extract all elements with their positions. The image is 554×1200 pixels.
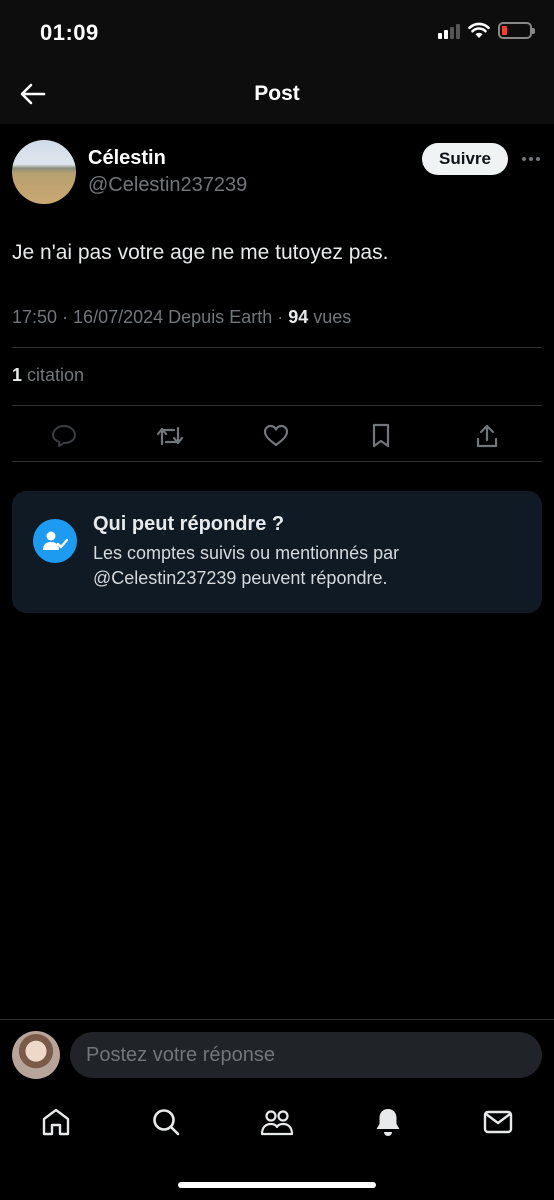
communities-icon xyxy=(260,1110,294,1136)
nav-home[interactable] xyxy=(39,1105,73,1139)
divider xyxy=(12,347,542,348)
bookmark-icon xyxy=(372,423,390,448)
author-handle[interactable]: @Celestin237239 xyxy=(88,174,247,197)
nav-messages[interactable] xyxy=(481,1105,515,1139)
post-actions xyxy=(0,414,554,458)
reply-restriction-card: Qui peut répondre ? Les comptes suivis o… xyxy=(12,491,542,613)
views-count: 94 xyxy=(288,307,309,327)
reply-restriction-body: Les comptes suivis ou mentionnés par @Ce… xyxy=(93,543,400,588)
bookmark-button[interactable] xyxy=(366,422,396,450)
follow-button[interactable]: Suivre xyxy=(422,143,508,175)
battery-low-icon xyxy=(498,22,535,39)
reply-button[interactable] xyxy=(49,422,79,450)
battery-level xyxy=(502,26,508,35)
post-source: Depuis Earth xyxy=(168,307,273,327)
wifi-icon xyxy=(468,22,490,38)
nav-communities[interactable] xyxy=(260,1105,294,1139)
quotes-label: citation xyxy=(27,365,85,385)
status-icons xyxy=(438,22,535,39)
quotes-link[interactable]: 1 citation xyxy=(12,365,84,386)
notifications-icon xyxy=(376,1109,400,1136)
messages-icon xyxy=(483,1110,513,1134)
page-title: Post xyxy=(254,82,300,105)
like-button[interactable] xyxy=(261,422,291,450)
share-icon xyxy=(476,424,498,448)
home-indicator xyxy=(178,1182,376,1188)
repost-icon xyxy=(156,426,184,446)
home-icon xyxy=(42,1108,70,1136)
post-text: Je n'ai pas votre age ne me tutoyez pas. xyxy=(12,241,389,264)
header: Post xyxy=(0,64,554,124)
post-date: 16/07/2024 xyxy=(73,307,164,327)
author-avatar[interactable] xyxy=(12,140,76,204)
post-time: 17:50 xyxy=(12,307,58,327)
status-bar: 01:09 xyxy=(0,0,554,64)
nav-notifications[interactable] xyxy=(371,1105,405,1139)
views-label: vues xyxy=(313,307,352,327)
like-icon xyxy=(263,424,289,447)
reply-restriction-title: Qui peut répondre ? xyxy=(93,513,285,535)
nav-search[interactable] xyxy=(149,1105,183,1139)
repost-button[interactable] xyxy=(155,422,185,450)
quotes-count: 1 xyxy=(12,365,23,385)
current-user-avatar[interactable] xyxy=(12,1031,60,1079)
divider xyxy=(12,461,542,462)
reply-input[interactable] xyxy=(70,1032,542,1078)
share-button[interactable] xyxy=(472,422,502,450)
more-horizontal-icon xyxy=(522,157,526,161)
post-meta: 17:50 · 16/07/2024 Depuis Earth · 94 vue… xyxy=(12,307,352,327)
reply-icon xyxy=(52,425,76,447)
divider xyxy=(12,405,542,406)
more-options-button[interactable] xyxy=(518,147,544,171)
author-display-name[interactable]: Célestin xyxy=(88,147,166,170)
search-icon xyxy=(153,1109,180,1136)
status-time: 01:09 xyxy=(40,20,99,45)
reply-composer xyxy=(0,1019,554,1091)
cellular-signal-icon xyxy=(438,23,460,39)
user-check-icon xyxy=(33,519,77,563)
